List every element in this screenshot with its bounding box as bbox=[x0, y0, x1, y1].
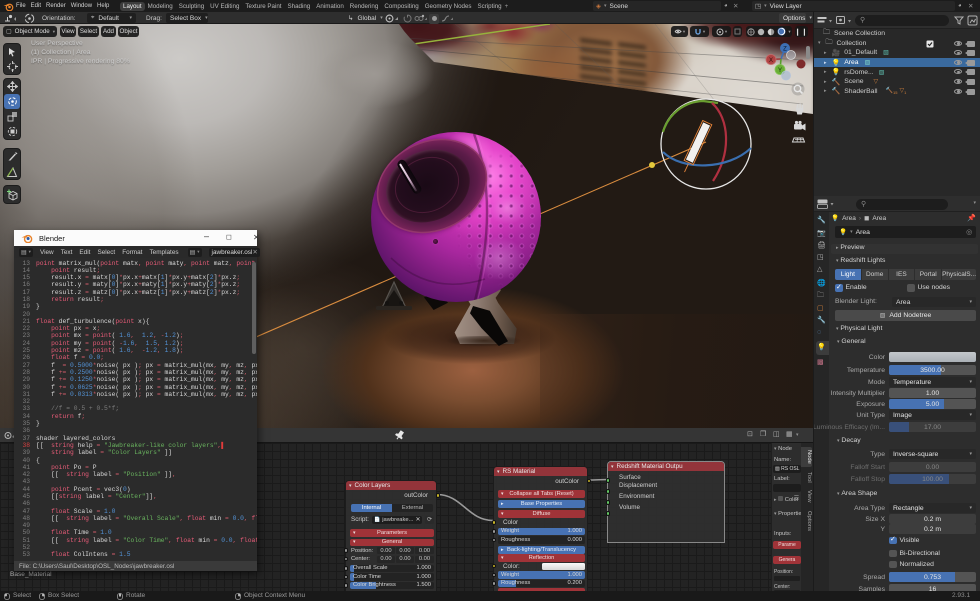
svg-text:X: X bbox=[769, 58, 773, 64]
svg-text:Z: Z bbox=[783, 47, 787, 53]
svg-text:Y: Y bbox=[778, 68, 782, 74]
